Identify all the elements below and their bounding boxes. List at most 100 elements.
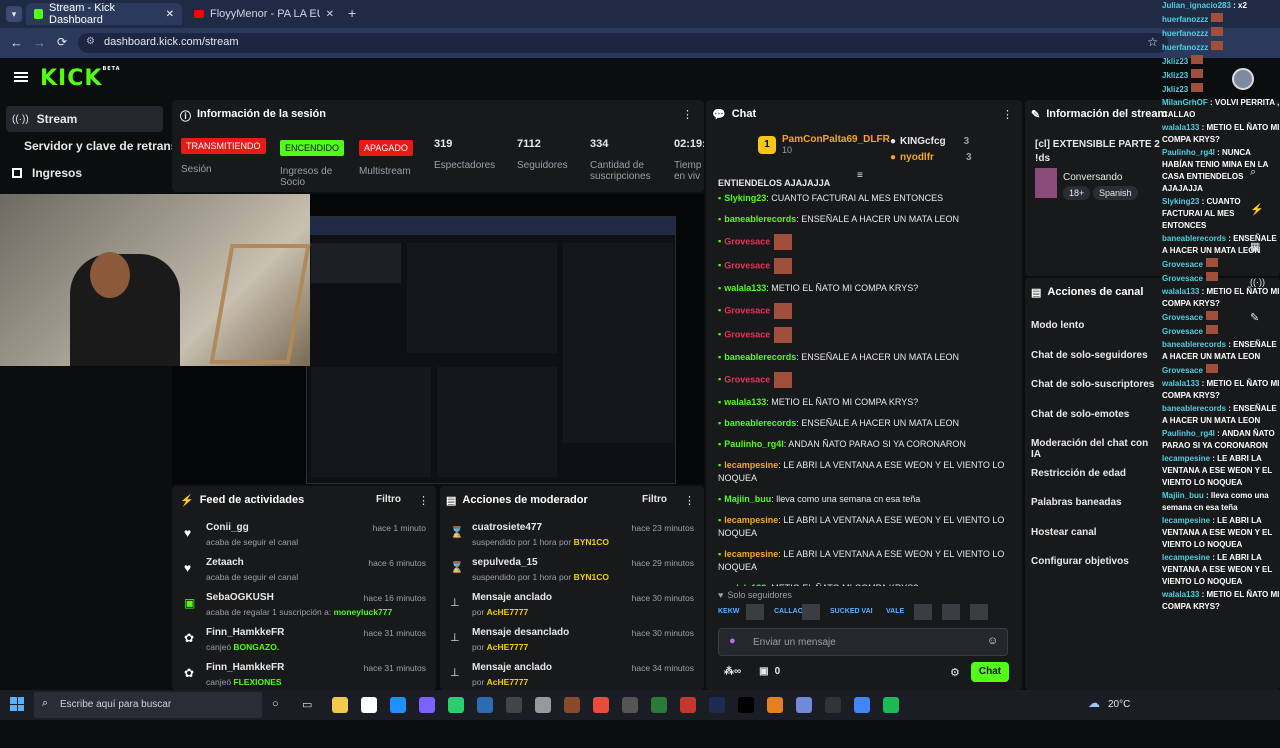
emote-button[interactable] [970, 604, 988, 620]
broadcast-icon[interactable]: ((·)) [1250, 277, 1274, 287]
drive-icon[interactable] [448, 697, 464, 713]
tab-youtube[interactable]: FloyyMenor - PA LA EUROPA - ✕ [186, 3, 342, 25]
feed-filter-button[interactable]: Filtro [376, 494, 401, 505]
chat-username[interactable]: baneablerecords [724, 418, 796, 428]
chat-username[interactable]: Grovesace [724, 236, 770, 246]
clipboard-icon[interactable]: ▦ [1250, 240, 1274, 253]
game-icon[interactable] [564, 697, 580, 713]
windows-start-icon[interactable] [10, 697, 24, 711]
chat-messages: ▪ Slyking23: CUANTO FACTURAI AL MES ENTON… [718, 192, 1008, 586]
twitch-icon[interactable] [419, 697, 435, 713]
sidebar-item-ingresos[interactable]: Ingresos [12, 166, 82, 180]
tab-search-button[interactable]: ▾ [6, 6, 22, 22]
channel-action-item[interactable]: Palabras baneadas [1031, 497, 1161, 527]
sidebar-item-stream[interactable]: ((·)) Stream [6, 106, 163, 132]
channel-action-item[interactable]: Chat de solo-suscriptores [1031, 379, 1161, 409]
capcut-icon[interactable] [506, 697, 522, 713]
cortana-icon[interactable]: ○ [272, 698, 279, 710]
copilot-icon[interactable] [390, 697, 406, 713]
chat-username[interactable]: Grovesace [724, 305, 770, 315]
chat-username[interactable]: lecampesine [724, 549, 778, 559]
settings-icon[interactable] [535, 697, 551, 713]
spotify-icon[interactable] [883, 697, 899, 713]
obs-icon[interactable] [796, 697, 812, 713]
microphone-icon[interactable]: ● [729, 635, 736, 647]
more-options-icon[interactable]: ⋮ [1002, 108, 1013, 121]
channel-action-item[interactable]: Chat de solo-seguidores [1031, 350, 1161, 380]
chrome-icon[interactable] [854, 697, 870, 713]
emoji-icon[interactable]: ☺ [987, 635, 998, 647]
close-icon[interactable]: ✕ [326, 9, 334, 20]
chat-username[interactable]: Grovesace [724, 374, 770, 384]
chat-username[interactable]: baneablerecords [724, 352, 796, 362]
stat-subscriptions: 334 Cantidad de suscripciones [590, 138, 651, 182]
channel-action-item[interactable]: Configurar objetivos [1031, 556, 1161, 586]
channel-action-item[interactable]: Moderación del chat con IA [1031, 438, 1161, 468]
sidebar-item-server-key[interactable]: Servidor y clave de retransm [24, 139, 172, 153]
file-icon[interactable] [361, 697, 377, 713]
emote-button[interactable]: SUCKED [830, 604, 860, 620]
more-options-icon[interactable]: ⋮ [682, 108, 693, 121]
pinned-toggle-icon[interactable]: ≡ [857, 170, 863, 181]
photos-icon[interactable] [825, 697, 841, 713]
chat-username[interactable]: lecampesine [724, 460, 778, 470]
creeper-icon[interactable] [622, 697, 638, 713]
vlc-icon[interactable] [738, 697, 754, 713]
emote-button[interactable]: KEKW [718, 604, 739, 620]
tiktok-icon[interactable] [709, 697, 725, 713]
emote-image [774, 258, 793, 274]
steam-icon[interactable] [680, 697, 696, 713]
forward-icon[interactable]: → [33, 35, 46, 50]
wrench-icon[interactable]: ✎ [1250, 311, 1274, 324]
gift-icon[interactable]: ▣ [759, 666, 768, 677]
channel-action-item[interactable]: Modo lento [1031, 320, 1161, 350]
points-icon[interactable]: ⁂∞ [724, 666, 741, 677]
more-options-icon[interactable]: ⋮ [418, 494, 429, 507]
opera-icon[interactable] [593, 697, 609, 713]
back-icon[interactable]: ← [10, 35, 23, 50]
send-chat-button[interactable]: Chat [971, 662, 1009, 682]
task-view-icon[interactable]: ▭ [302, 698, 312, 711]
emote-button[interactable]: VALE [886, 604, 904, 620]
emote-button[interactable] [746, 604, 764, 620]
file-explorer-icon[interactable] [332, 697, 348, 713]
new-tab-icon[interactable]: + [348, 5, 356, 21]
chat-username[interactable]: Majiin_buu [724, 494, 771, 504]
lightning-icon[interactable]: ⚡ [1250, 203, 1274, 216]
chat-username[interactable]: Paulinho_rg4l [724, 439, 784, 449]
zoom-icon[interactable] [477, 697, 493, 713]
more-options-icon[interactable]: ⋮ [684, 494, 695, 507]
chat-input[interactable]: ● Enviar un mensaje ☺ [718, 628, 1008, 656]
channel-action-item[interactable]: Chat de solo-emotes [1031, 409, 1161, 439]
mod-filter-button[interactable]: Filtro [642, 494, 667, 505]
site-info-icon[interactable]: ⚙ [86, 36, 95, 47]
chat-username[interactable]: walala133 [724, 397, 766, 407]
bookmark-star-icon[interactable]: ☆ [1147, 35, 1158, 49]
search-icon[interactable]: ⌕ [1250, 166, 1274, 179]
discord-icon[interactable] [767, 697, 783, 713]
taskbar-search-box[interactable]: ⌕ Escribe aquí para buscar [34, 692, 262, 718]
address-bar[interactable]: ⚙ dashboard.kick.com/stream ☆ [78, 33, 1168, 53]
emote-button[interactable] [942, 604, 960, 620]
chat-username[interactable]: Grovesace [724, 260, 770, 270]
menu-icon[interactable] [14, 72, 28, 82]
settings-gear-icon[interactable]: ⚙ [950, 666, 960, 679]
emote-button[interactable] [914, 604, 932, 620]
chat-username[interactable]: Slyking23 [724, 193, 766, 203]
store-icon[interactable] [651, 697, 667, 713]
chat-username[interactable]: lecampesine [724, 515, 778, 525]
emote-button[interactable]: VAI [858, 604, 876, 620]
overlay-username: Majiin_buu [1162, 491, 1204, 500]
emote-button[interactable]: CALLAO [774, 604, 803, 620]
kick-logo[interactable]: KICKBETA [40, 66, 121, 91]
tab-kick-dashboard[interactable]: Stream - Kick Dashboard ✕ [26, 2, 182, 26]
chat-username[interactable]: baneablerecords [724, 214, 796, 224]
channel-action-item[interactable]: Hostear canal [1031, 527, 1161, 557]
reload-icon[interactable]: ⟳ [57, 35, 67, 49]
channel-action-item[interactable]: Restricción de edad [1031, 468, 1161, 498]
emote-button[interactable] [802, 604, 820, 620]
chat-username[interactable]: walala133 [724, 283, 766, 293]
chat-username[interactable]: Grovesace [724, 329, 770, 339]
close-icon[interactable]: ✕ [166, 9, 174, 20]
chat-username[interactable]: walala133 [724, 583, 766, 586]
